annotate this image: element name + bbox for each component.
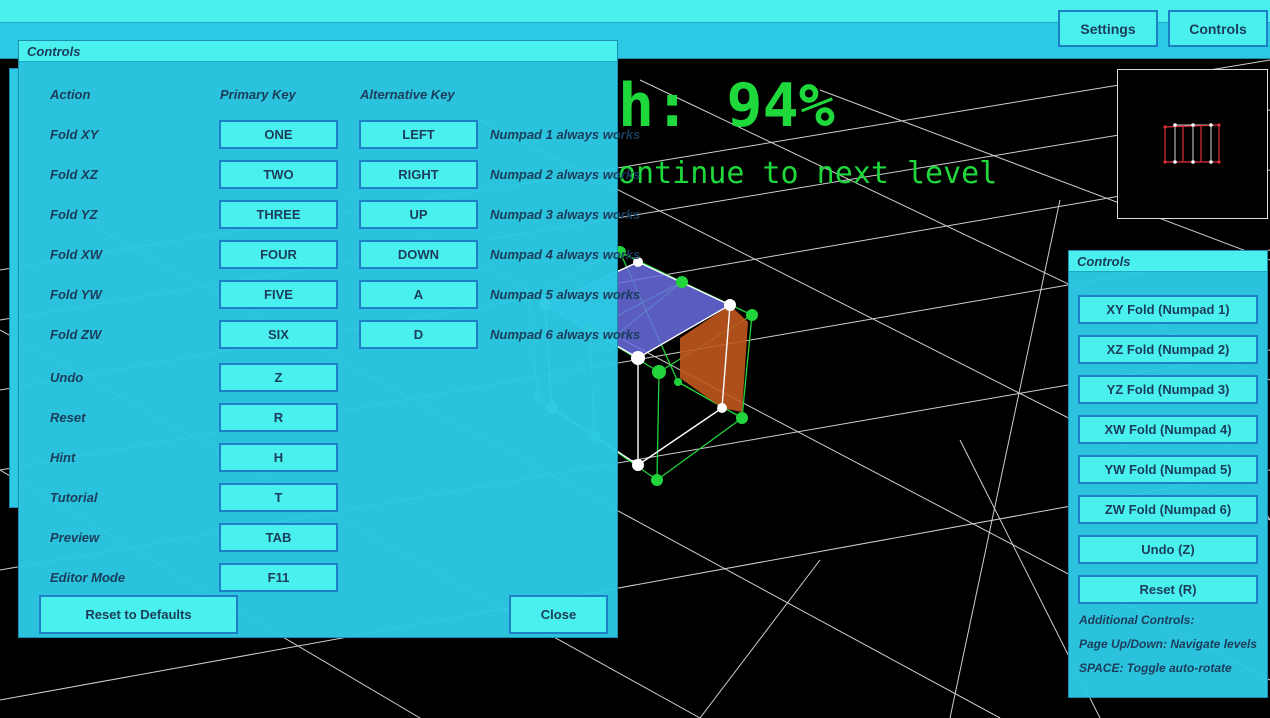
primary-key-button[interactable]: THREE [219, 200, 338, 229]
action-label: Fold YW [50, 287, 102, 302]
primary-key-button[interactable]: TWO [219, 160, 338, 189]
panel-title: Controls [1069, 251, 1267, 272]
panel-title: Controls [19, 41, 617, 62]
primary-key-button[interactable]: TAB [219, 523, 338, 552]
minimap [1117, 69, 1268, 219]
header-primary-key: Primary Key [220, 87, 296, 102]
zw-fold-button[interactable]: ZW Fold (Numpad 6) [1078, 495, 1258, 524]
action-label: Preview [50, 530, 100, 545]
header-alternative-key: Alternative Key [360, 87, 455, 102]
alternative-key-button[interactable]: RIGHT [359, 160, 478, 189]
primary-key-button[interactable]: FIVE [219, 280, 338, 309]
primary-key-button[interactable]: F11 [219, 563, 338, 592]
header-action: Action [50, 87, 91, 102]
action-label: Fold XY [50, 127, 99, 142]
action-label: Fold YZ [50, 207, 98, 222]
primary-key-button[interactable]: H [219, 443, 338, 472]
numpad-note: Numpad 5 always works [490, 287, 641, 302]
xy-fold-button[interactable]: XY Fold (Numpad 1) [1078, 295, 1258, 324]
settings-button[interactable]: Settings [1058, 10, 1158, 47]
alternative-key-button[interactable]: LEFT [359, 120, 478, 149]
alternative-key-button[interactable]: DOWN [359, 240, 478, 269]
undo-button[interactable]: Undo (Z) [1078, 535, 1258, 564]
action-label: Hint [50, 450, 76, 465]
reset-button[interactable]: Reset (R) [1078, 575, 1258, 604]
controls-keybinding-panel: Controls Action Primary Key Alternative … [18, 40, 640, 638]
numpad-note: Numpad 3 always works [490, 207, 641, 222]
action-label: Tutorial [50, 490, 98, 505]
alternative-key-button[interactable]: A [359, 280, 478, 309]
action-label: Fold ZW [50, 327, 102, 342]
auto-rotate-info: SPACE: Toggle auto-rotate [1079, 661, 1232, 675]
completion-text: h: 94% [618, 71, 835, 141]
action-label: Fold XW [50, 247, 102, 262]
alternative-key-button[interactable]: UP [359, 200, 478, 229]
action-label: Editor Mode [50, 570, 126, 585]
yz-fold-button[interactable]: YZ Fold (Numpad 3) [1078, 375, 1258, 404]
primary-key-button[interactable]: T [219, 483, 338, 512]
numpad-note: Numpad 2 always works [490, 167, 641, 182]
xw-fold-button[interactable]: XW Fold (Numpad 4) [1078, 415, 1258, 444]
additional-controls-heading: Additional Controls: [1079, 613, 1195, 627]
action-label: Fold XZ [50, 167, 98, 182]
xz-fold-button[interactable]: XZ Fold (Numpad 2) [1078, 335, 1258, 364]
minimap-preview [1163, 123, 1221, 164]
action-label: Reset [50, 410, 86, 425]
numpad-note: Numpad 1 always works [490, 127, 641, 142]
controls-button[interactable]: Controls [1168, 10, 1268, 47]
primary-key-button[interactable]: R [219, 403, 338, 432]
numpad-note: Numpad 4 always works [490, 247, 641, 262]
yw-fold-button[interactable]: YW Fold (Numpad 5) [1078, 455, 1258, 484]
reset-to-defaults-button[interactable]: Reset to Defaults [39, 595, 238, 634]
page-navigation-info: Page Up/Down: Navigate levels [1079, 637, 1258, 651]
primary-key-button[interactable]: Z [219, 363, 338, 392]
primary-key-button[interactable]: FOUR [219, 240, 338, 269]
primary-key-button[interactable]: ONE [219, 120, 338, 149]
numpad-note: Numpad 6 always works [490, 327, 641, 342]
primary-key-button[interactable]: SIX [219, 320, 338, 349]
continue-message: ontinue to next level [618, 156, 998, 191]
fold-controls-panel: Controls XY Fold (Numpad 1) XZ Fold (Num… [1068, 250, 1268, 698]
alternative-key-button[interactable]: D [359, 320, 478, 349]
close-button[interactable]: Close [509, 595, 608, 634]
action-label: Undo [50, 370, 84, 385]
